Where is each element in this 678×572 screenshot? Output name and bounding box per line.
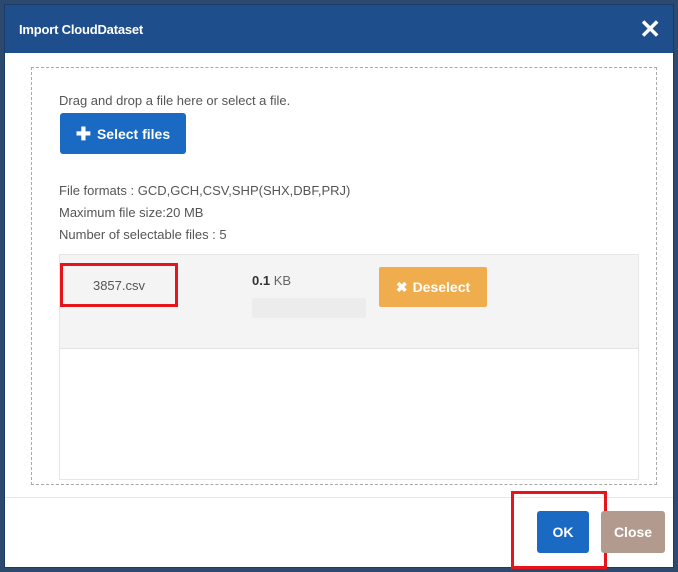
file-size-value: 0.1 <box>252 273 271 288</box>
select-files-label: Select files <box>96 125 171 142</box>
file-formats-text: File formats : GCD,GCH,CSV,SHP(SHX,DBF,P… <box>59 183 351 198</box>
file-row: 3857.csv 0.1 KB ✖ Deselect <box>60 255 638 349</box>
max-file-size-text: Maximum file size:20 MB <box>59 205 204 220</box>
drag-drop-hint: Drag and drop a file here or select a fi… <box>59 93 291 108</box>
max-files-text: Number of selectable files : 5 <box>59 227 227 242</box>
deselect-button[interactable]: ✖ Deselect <box>379 267 487 307</box>
file-size: 0.1 KB <box>252 273 291 288</box>
dialog-title-bar: Import CloudDataset ✕ <box>5 5 673 53</box>
close-button[interactable]: Close <box>601 511 665 553</box>
ok-button[interactable]: OK <box>537 511 589 553</box>
select-files-button[interactable]: ✚ Select files <box>60 113 186 154</box>
file-size-unit: KB <box>273 273 292 288</box>
plus-icon: ✚ <box>75 123 91 144</box>
x-icon: ✖ <box>395 278 408 295</box>
upload-progress-bar <box>252 298 366 318</box>
import-dialog: Import CloudDataset ✕ Drag and drop a fi… <box>4 4 674 569</box>
dialog-title: Import CloudDataset <box>19 21 144 37</box>
deselect-label: Deselect <box>412 279 471 295</box>
file-drop-zone[interactable]: Drag and drop a file here or select a fi… <box>31 67 657 485</box>
file-name: 3857.csv <box>60 263 178 307</box>
close-icon[interactable]: ✕ <box>639 16 661 42</box>
file-list: 3857.csv 0.1 KB ✖ Deselect <box>59 254 639 480</box>
